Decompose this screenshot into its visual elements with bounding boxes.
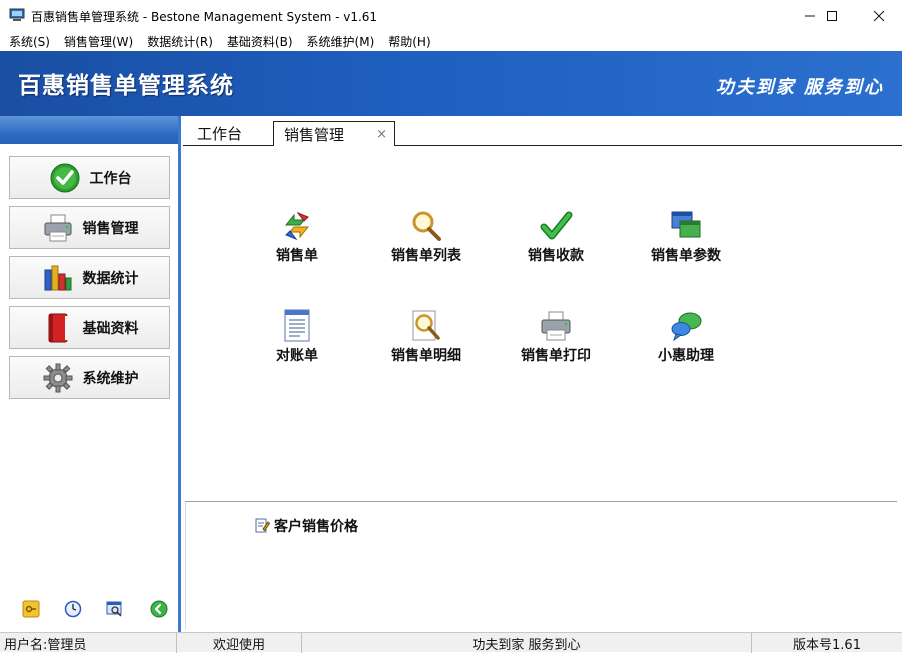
title-bar: 百惠销售单管理系统 - Bestone Management System - … [0,0,902,31]
status-bar: 用户名:管理员 欢迎使用 功夫到家 服务到心 版本号1.61 [0,632,902,653]
app-banner: 百惠销售单管理系统 功夫到家 服务到心 [0,51,902,116]
func-sales-order[interactable]: 销售单 [242,209,352,269]
key-icon[interactable] [22,600,40,618]
printer-icon [41,212,75,244]
function-panel: 销售单 销售单列表 销售收款 销售单参数 对账单 销售单明细 销售单打印 小惠助… [183,146,902,501]
menu-statistics[interactable]: 数据统计(R) [140,33,220,50]
menu-basic-data[interactable]: 基础资料(B) [220,33,300,50]
status-user: 用户名:管理员 [0,633,177,653]
tab-workbench[interactable]: 工作台 [197,121,242,146]
sidebar-item-statistics[interactable]: 数据统计 [9,256,170,299]
window-title: 百惠销售单管理系统 - Bestone Management System - … [31,10,378,24]
sidebar-edge [178,116,181,632]
menu-maintenance[interactable]: 系统维护(M) [300,33,382,50]
bar-chart-icon [41,262,75,294]
red-book-icon [41,312,75,344]
sidebar-item-sales[interactable]: 销售管理 [9,206,170,249]
close-button[interactable] [856,0,902,31]
sidebar-item-basic-data[interactable]: 基础资料 [9,306,170,349]
gear-icon [41,362,75,394]
search-window-icon[interactable] [106,600,124,618]
magnifier-icon [409,209,443,243]
func-label: 小惠助理 [658,348,714,364]
recycle-arrows-icon [280,209,314,243]
func-label: 销售单 [276,248,318,264]
status-version: 版本号1.61 [793,637,861,653]
quick-link-customer-price[interactable]: 客户销售价格 [254,516,358,536]
maximize-button[interactable] [809,0,855,31]
func-label: 销售单参数 [651,248,721,264]
tab-sales-management[interactable]: 销售管理 × [273,121,395,146]
sidebar-item-label: 工作台 [89,170,132,187]
status-welcome: 欢迎使用 [177,633,302,653]
tab-bar: 工作台 销售管理 × [183,116,902,146]
func-label: 销售单打印 [521,348,591,364]
green-check-icon [48,162,82,194]
printer-icon [539,309,573,343]
func-label: 销售单列表 [391,248,461,264]
func-sales-order-params[interactable]: 销售单参数 [631,209,741,269]
menu-sales[interactable]: 销售管理(W) [57,33,140,50]
document-list-icon [280,309,314,343]
func-sales-receipt[interactable]: 销售收款 [501,209,611,269]
sidebar-header [0,116,180,144]
func-label: 销售单明细 [391,348,461,364]
menu-help[interactable]: 帮助(H) [381,33,437,50]
sidebar-item-maintenance[interactable]: 系统维护 [9,356,170,399]
app-name: 百惠销售单管理系统 [18,73,234,99]
func-sales-order-list[interactable]: 销售单列表 [371,209,481,269]
tab-label: 销售管理 [284,125,345,144]
func-statement[interactable]: 对账单 [242,309,352,369]
windows-icon [669,209,703,243]
back-arrow-icon[interactable] [150,600,168,618]
quick-link-label: 客户销售价格 [274,519,358,535]
banner-slogan: 功夫到家 服务到心 [715,77,884,98]
func-sales-order-detail[interactable]: 销售单明细 [371,309,481,369]
sidebar-item-label: 销售管理 [82,220,139,237]
sidebar-item-label: 系统维护 [82,370,139,387]
app-computer-icon [9,8,25,22]
clock-icon[interactable] [64,600,82,618]
magnifier-document-icon [409,309,443,343]
menu-system[interactable]: 系统(S) [2,33,57,50]
sidebar-item-label: 数据统计 [82,270,139,287]
tab-close-icon[interactable]: × [376,127,387,142]
func-sales-order-print[interactable]: 销售单打印 [501,309,611,369]
sidebar-toolbar [0,600,180,622]
func-assistant[interactable]: 小惠助理 [631,309,741,369]
func-label: 对账单 [276,348,318,364]
sidebar-item-workbench[interactable]: 工作台 [9,156,170,199]
chat-bubbles-icon [669,309,703,343]
sidebar-item-label: 基础资料 [82,320,139,337]
green-check-icon [539,209,573,243]
quick-links-panel: 客户销售价格 [185,502,897,630]
menu-bar: 系统(S) 销售管理(W) 数据统计(R) 基础资料(B) 系统维护(M) 帮助… [0,31,902,51]
sidebar: 工作台 销售管理 数据统计 基础资料 系统维护 [0,116,181,632]
func-label: 销售收款 [528,248,584,264]
status-slogan: 功夫到家 服务到心 [302,633,752,653]
edit-document-icon [254,517,271,536]
